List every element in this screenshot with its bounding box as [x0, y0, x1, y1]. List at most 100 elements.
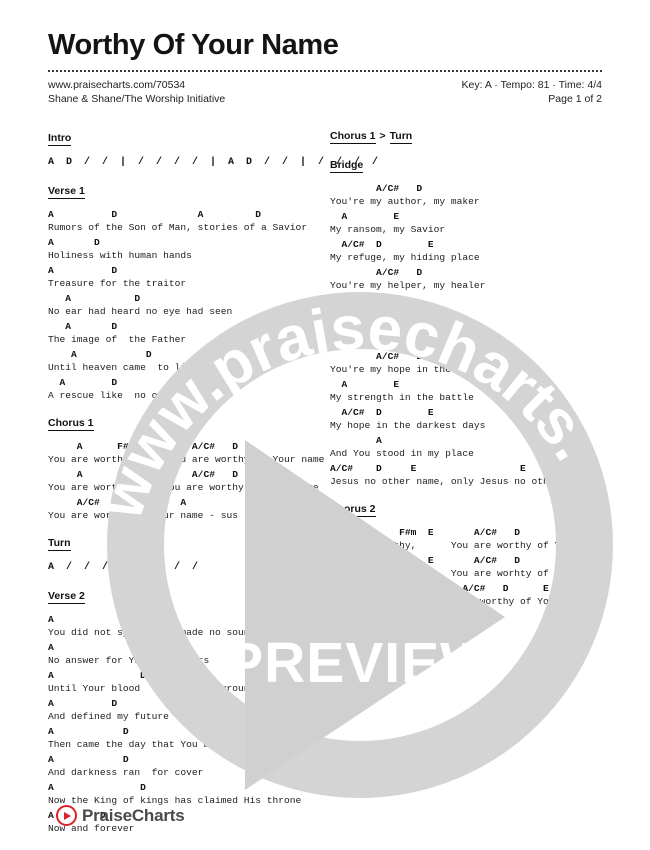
section-label: Verse 2 — [48, 590, 85, 604]
chord-line: A D — [48, 349, 152, 360]
chord-lyric-pair: A D Treasure for the traitor — [48, 265, 326, 290]
chord-lyric-pair: A F#m E A/C# D You are worthy, You are wo… — [48, 441, 326, 466]
chord-lyric-pair: A D Until Your blood fell to the ground — [48, 670, 326, 695]
chord-lyric-pair: A/C# D A You are worthy of Your name - su… — [48, 497, 326, 522]
lyric-line: You are worthy, You are worthy of Your n… — [330, 540, 607, 551]
left-column: Intro A D / / | / / / / | A D / / | / / /… — [48, 128, 378, 846]
chord-lyric-pair: A D Now the King of kings has claimed His… — [48, 782, 326, 807]
header-meta-right: Key: A · Tempo: 81 · Time: 4/4 Page 1 of… — [462, 78, 602, 106]
chord-lyric-pair: A E My strength in the battle — [330, 379, 608, 404]
section-label-row: Chorus 1 — [48, 413, 326, 436]
chord-lyric-pair: A D And darkness ran for cover — [48, 754, 326, 779]
chord-lyric-pair: worthy Jesus — [330, 639, 608, 652]
right-column: Chorus 1 > Turn Bridge A/C# D You're my auth… — [330, 128, 608, 846]
section-label-row: Intro — [48, 128, 326, 151]
lyric-line: And defined my future — [48, 711, 169, 722]
chord-line: A D — [48, 377, 118, 388]
lyric-line: My refuge, my hiding place — [330, 252, 480, 263]
lyric-line: My answer, my saving grace — [330, 336, 480, 347]
chord-line: A/C# D E — [330, 239, 434, 250]
lyric-line: You are worthy, yes You are worthy of Yo… — [48, 482, 319, 493]
chord-line: A/C# D E — [330, 323, 434, 334]
lyric-line: Jesus no other name, only Jesus no other… — [330, 476, 590, 487]
chord-lyric-pair: A D You did not speak, You made no sound — [48, 614, 326, 639]
chart-section: Chorus 1 > Turn — [330, 128, 608, 144]
chord-lyric-pair: A/C# D You're my helper, my healer — [330, 267, 608, 292]
header-meta-left: www.praisecharts.com/70534 Shane & Shane… — [48, 78, 225, 106]
chord-line: F#m E — [330, 611, 480, 622]
page-title: Worthy Of Your Name — [48, 29, 339, 61]
lyric-line: worthy Jesus — [330, 640, 446, 651]
chord-line: A E — [330, 295, 400, 306]
lyric-line: You're my hope in the shadows — [330, 364, 497, 375]
chord-lyric-pair: A D A D Rumors of the Son of Man, stories… — [48, 209, 326, 234]
lyric-line: You are worthy of Your name - sus — [48, 510, 238, 521]
lyric-line: My blessed Redeemer — [330, 308, 440, 319]
chord-lyric-pair: A D No ear had heard no eye had seen — [48, 293, 326, 318]
chord-line: A D — [48, 782, 146, 793]
lyric-line: You're my helper, my healer — [330, 280, 486, 291]
artist-name: Shane & Shane/The Worship Initiative — [48, 92, 226, 105]
chord-lyric-pair: A D Holiness with human hands — [48, 237, 326, 262]
chord-line: A D — [48, 614, 146, 625]
chord-line: A E — [330, 379, 400, 390]
section-label: Bridge — [330, 159, 364, 173]
source-url[interactable]: www.praisecharts.com/70534 — [48, 78, 225, 92]
lyric-line: Treasure for the traitor — [48, 278, 187, 289]
chord-lyric-pair: A F#m E A/C# D You are worthy, You are wo… — [330, 555, 608, 580]
chord-line: A/C# D — [330, 183, 423, 194]
play-triangle-icon — [56, 805, 77, 826]
page-number: Page 1 of 2 — [548, 92, 602, 105]
section-reference: Chorus 1 > Turn — [330, 128, 608, 144]
chord-line: A/C# D A — [48, 497, 187, 508]
chord-line: A D — [48, 642, 146, 653]
lyric-line: My ransom, my Savior — [330, 224, 446, 235]
lyric-line: A rescue like no other — [48, 390, 181, 401]
chord-lyric-pair: A D The image of the Father — [48, 321, 326, 346]
chord-lyric-pair: A D Then came the day that You arose — [48, 726, 326, 751]
chart-section: Turn A / / / | / / / / — [48, 533, 326, 575]
chord-lyric-pair: A/C# D E My refuge, my hiding place — [330, 239, 608, 264]
chart-section: Bridge A/C# D You're my author, my maker … — [330, 155, 608, 488]
page-header: Worthy Of Your Name www.praisecharts.com… — [48, 29, 602, 106]
chord-lyric-pair: A F#m E A/C# D You are worthy, You are wo… — [330, 527, 608, 552]
chord-line: A D — [48, 237, 100, 248]
lyric-line: Rumors of the Son of Man, stories of a S… — [48, 222, 308, 233]
section-label-row: Bridge — [330, 155, 608, 178]
chord-lyric-pair: F#m E You are — [330, 611, 608, 636]
lyric-line: And darkness ran for cover — [48, 767, 204, 778]
chord-line: A/C# D E — [330, 407, 434, 418]
lyric-line: The image of the Father — [48, 334, 187, 345]
chord-line: A — [330, 435, 382, 446]
chart-section: Verse 1 A D A D Rumors of the Son of Man, … — [48, 181, 326, 402]
measure-line: A / / / | / / / / — [48, 562, 199, 573]
chart-section: Chorus 2 A F#m E A/C# D You are worthy, Y… — [330, 499, 608, 652]
lyric-line: My strength in the battle — [330, 392, 474, 403]
praisecharts-logo[interactable]: PraiseCharts — [56, 805, 185, 826]
chord-lyric-pair: A D Until heaven came to live with me — [48, 349, 326, 374]
lyric-line: You are — [330, 624, 440, 635]
key-tempo-time: Key: A · Tempo: 81 · Time: 4/4 — [461, 78, 602, 91]
chord-line: A F#m E A/C# D — [330, 555, 520, 566]
section-label: Chorus 2 — [330, 503, 376, 517]
lyric-line: You are worthy, You are worhty of Your n… — [330, 568, 607, 579]
lyric-line: No answer for Your accusers — [48, 655, 210, 666]
section-label-row: Verse 2 — [48, 586, 326, 609]
lyric-line: You are worthy, You are worthy of Your n… — [48, 454, 325, 465]
chord-line: A E — [330, 211, 400, 222]
section-label-secondary: Turn — [389, 130, 413, 144]
chord-lyric-pair: A/C# D You're my hope in the shadows — [330, 351, 608, 376]
chord-lyric-pair: A And You stood in my place — [330, 435, 608, 460]
chord-line: A/C# D — [330, 351, 423, 362]
chart-section: Verse 2 A D You did not speak, You made no… — [48, 586, 326, 835]
chord-line: A D — [48, 698, 118, 709]
chord-lyric-pair: A D No answer for Your accusers — [48, 642, 326, 667]
header-divider — [48, 69, 602, 74]
lyric-line: Until heaven came to live with me — [48, 362, 244, 373]
chord-chart-page: Worthy Of Your Name www.praisecharts.com… — [0, 0, 650, 850]
lyric-line: You did not speak, You made no sound — [48, 627, 256, 638]
section-label-row: Verse 1 — [48, 181, 326, 204]
section-label: Intro — [48, 132, 72, 146]
chord-lyric-pair: A E My ransom, my Savior — [330, 211, 608, 236]
lyric-line: And You stood in my place — [330, 448, 474, 459]
